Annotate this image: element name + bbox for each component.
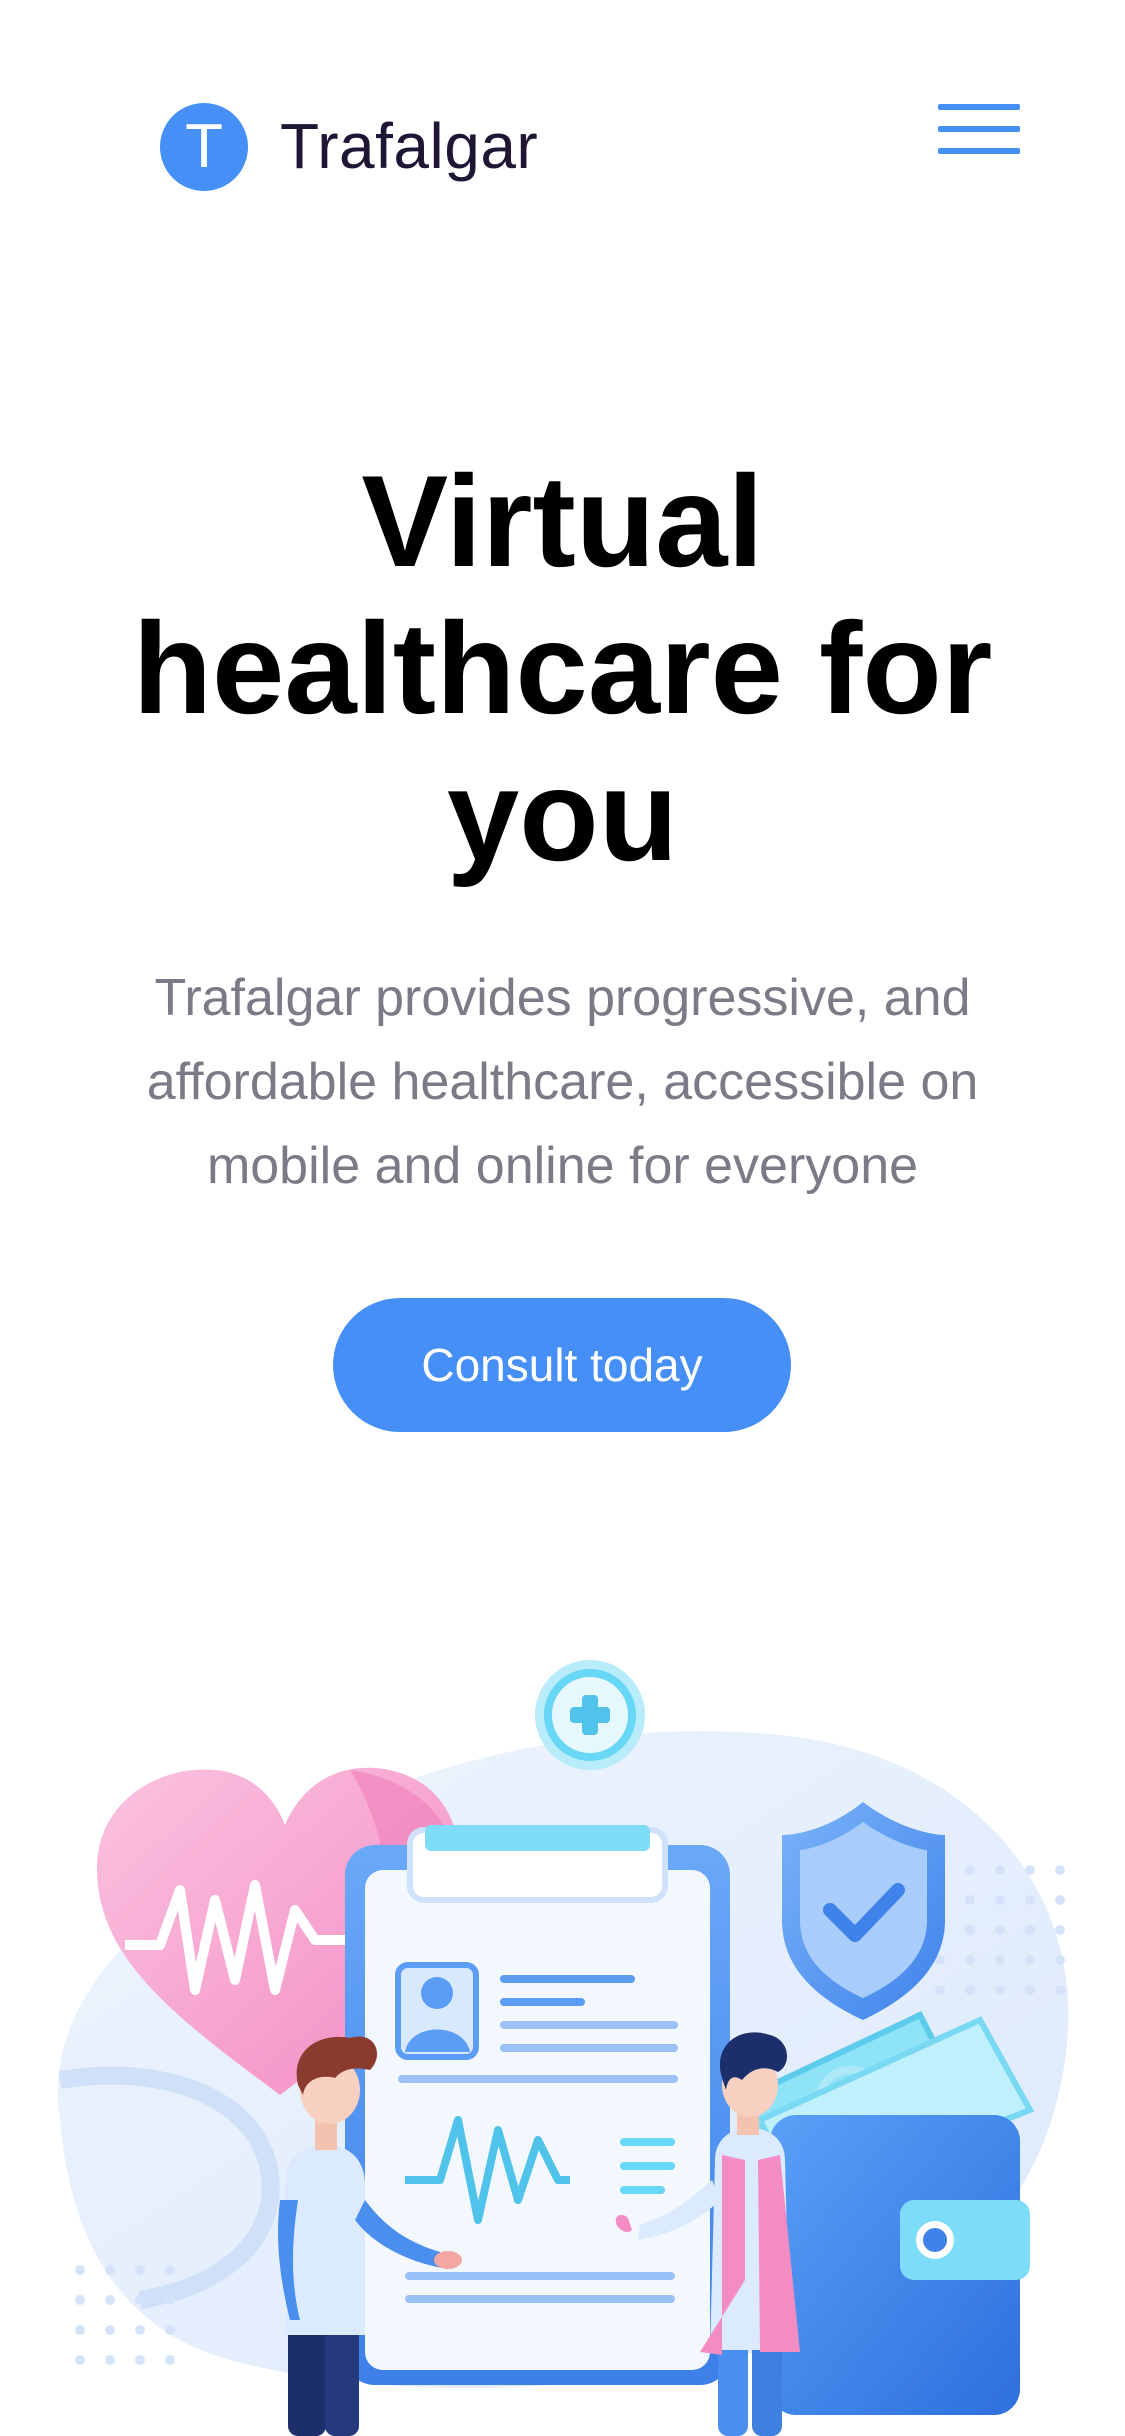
hero-title: Virtual healthcare for you: [132, 448, 993, 888]
hero-illustration: [0, 1640, 1125, 2436]
medical-cross-icon: [535, 1660, 645, 1770]
logo-icon[interactable]: T: [160, 103, 248, 191]
clipboard-icon: [345, 1825, 730, 2385]
menu-line: [938, 148, 1020, 154]
consult-today-button[interactable]: Consult today: [333, 1298, 791, 1432]
hamburger-menu-icon[interactable]: [938, 104, 1020, 154]
brand-name[interactable]: Trafalgar: [280, 108, 538, 184]
header: T Trafalgar: [0, 0, 1125, 300]
hero-description: Trafalgar provides progressive, and affo…: [146, 969, 979, 1195]
menu-line: [938, 104, 1020, 110]
healthcare-illustration: [57, 1660, 1069, 2436]
menu-line: [938, 126, 1020, 132]
